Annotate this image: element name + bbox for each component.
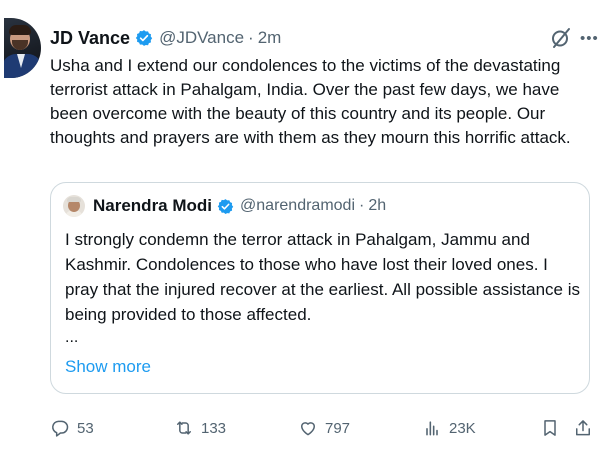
views-icon: [426, 421, 438, 436]
quoted-ellipsis: ...: [65, 329, 79, 346]
verified-badge-icon: [217, 198, 234, 214]
quoted-avatar-hair: [67, 197, 81, 202]
tweet-time[interactable]: 2m: [258, 28, 282, 48]
share-icon: [576, 420, 590, 436]
bookmark-button[interactable]: [540, 416, 560, 440]
quoted-author-avatar[interactable]: [63, 195, 85, 217]
avatar-beard: [12, 40, 28, 50]
quoted-header: Narendra Modi @narendramodi · 2h: [93, 195, 386, 217]
like-button[interactable]: 797: [298, 416, 350, 440]
quoted-author-handle[interactable]: @narendramodi: [240, 197, 355, 215]
quoted-tweet[interactable]: Narendra Modi @narendramodi · 2h I stron…: [50, 182, 590, 394]
quoted-text: I strongly condemn the terror attack in …: [65, 230, 580, 324]
reply-icon: [52, 420, 69, 437]
tweet[interactable]: JD Vance @JDVance · 2m ••• Usha and I ex…: [0, 0, 600, 450]
tweet-actions: 53 133 797 23K: [50, 416, 595, 440]
quoted-author-name[interactable]: Narendra Modi: [93, 196, 212, 216]
reply-count: 53: [77, 419, 94, 437]
author-avatar[interactable]: [4, 18, 41, 78]
quoted-meta-separator: ·: [359, 197, 365, 214]
tweet-header: JD Vance @JDVance · 2m: [50, 27, 281, 49]
bookmark-icon: [544, 420, 556, 436]
grok-icon[interactable]: [549, 26, 573, 50]
like-count: 797: [325, 419, 351, 437]
more-icon[interactable]: •••: [580, 30, 599, 47]
share-button[interactable]: [573, 416, 593, 440]
repost-count: 133: [201, 419, 227, 437]
views-count: 23K: [449, 419, 476, 437]
avatar-hair: [9, 25, 31, 35]
author-handle[interactable]: @JDVance: [159, 28, 244, 48]
repost-button[interactable]: 133: [174, 416, 226, 440]
show-more-link[interactable]: Show more: [65, 357, 151, 377]
like-icon: [301, 422, 315, 436]
views-button[interactable]: 23K: [422, 416, 476, 440]
author-name[interactable]: JD Vance: [50, 28, 130, 49]
quoted-time[interactable]: 2h: [368, 197, 386, 215]
meta-separator: ·: [248, 28, 254, 47]
tweet-text: Usha and I extend our condolences to the…: [50, 56, 571, 147]
reply-button[interactable]: 53: [50, 416, 94, 440]
repost-icon: [177, 421, 191, 435]
verified-badge-icon: [135, 30, 153, 46]
